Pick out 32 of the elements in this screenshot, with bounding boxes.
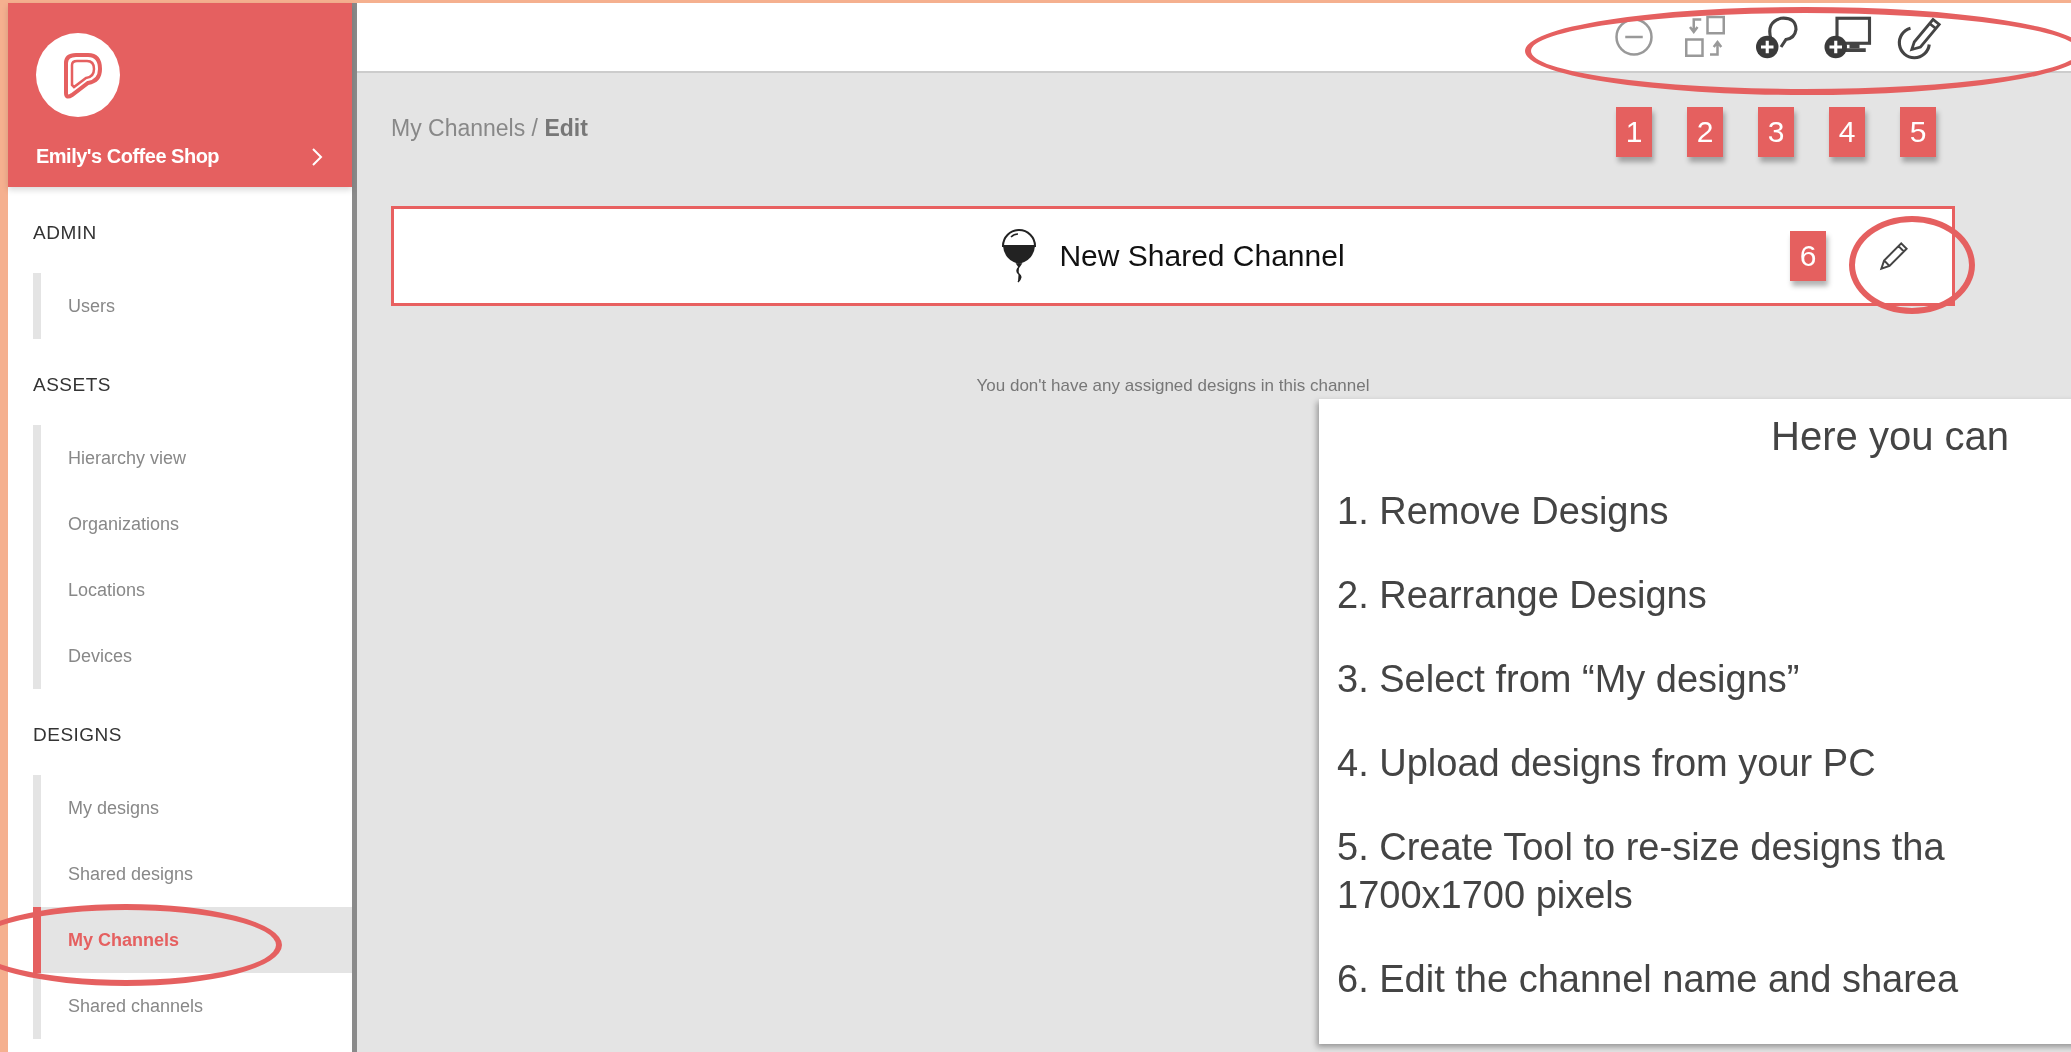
- number-badge: 4: [1829, 107, 1865, 157]
- sidebar-item[interactable]: Users: [41, 273, 352, 339]
- number-badge: 5: [1900, 107, 1936, 157]
- help-item: 3. Select from “My designs”: [1337, 657, 1801, 702]
- organization-name[interactable]: Emily's Coffee Shop: [36, 145, 220, 168]
- chevron-right-icon[interactable]: [310, 146, 324, 167]
- number-badge: 2: [1687, 107, 1723, 157]
- sidebar-item[interactable]: Locations: [41, 557, 352, 623]
- balloon-icon: [1001, 228, 1038, 284]
- help-title: Here you can: [1770, 413, 2010, 460]
- sidebar-item[interactable]: My Channels: [33, 907, 352, 973]
- number-badge: 1: [1616, 107, 1652, 157]
- logo-icon: [36, 33, 120, 117]
- number-badge: 6: [1790, 231, 1826, 281]
- section-heading: DESIGNS: [33, 723, 124, 747]
- help-item: 5. Create Tool to re-size designs tha 1700x1700 pixels: [1337, 825, 1946, 918]
- breadcrumb: My Channels / Edit: [391, 114, 588, 143]
- number-badge: 3: [1758, 107, 1794, 157]
- sidebar-item[interactable]: Shared channels: [41, 973, 352, 1039]
- help-item: 2. Rearrange Designs: [1337, 573, 1708, 618]
- channel-name: New Shared Channel: [1059, 239, 1345, 273]
- empty-message: You don't have any assigned designs in this channel: [975, 376, 1371, 396]
- sidebar-item[interactable]: Shared designs: [41, 841, 352, 907]
- help-item: 4. Upload designs from your PC: [1337, 741, 1877, 786]
- help-item: 6. Edit the channel name and sharea: [1337, 957, 1960, 1002]
- section-heading: ASSETS: [33, 373, 112, 397]
- sidebar-item[interactable]: Hierarchy view: [41, 425, 352, 491]
- section-heading: ADMIN: [33, 221, 98, 245]
- sidebar-item[interactable]: My designs: [41, 775, 352, 841]
- sidebar-item[interactable]: Devices: [41, 623, 352, 689]
- help-item: 1. Remove Designs: [1337, 489, 1670, 534]
- sidebar-item[interactable]: Organizations: [41, 491, 352, 557]
